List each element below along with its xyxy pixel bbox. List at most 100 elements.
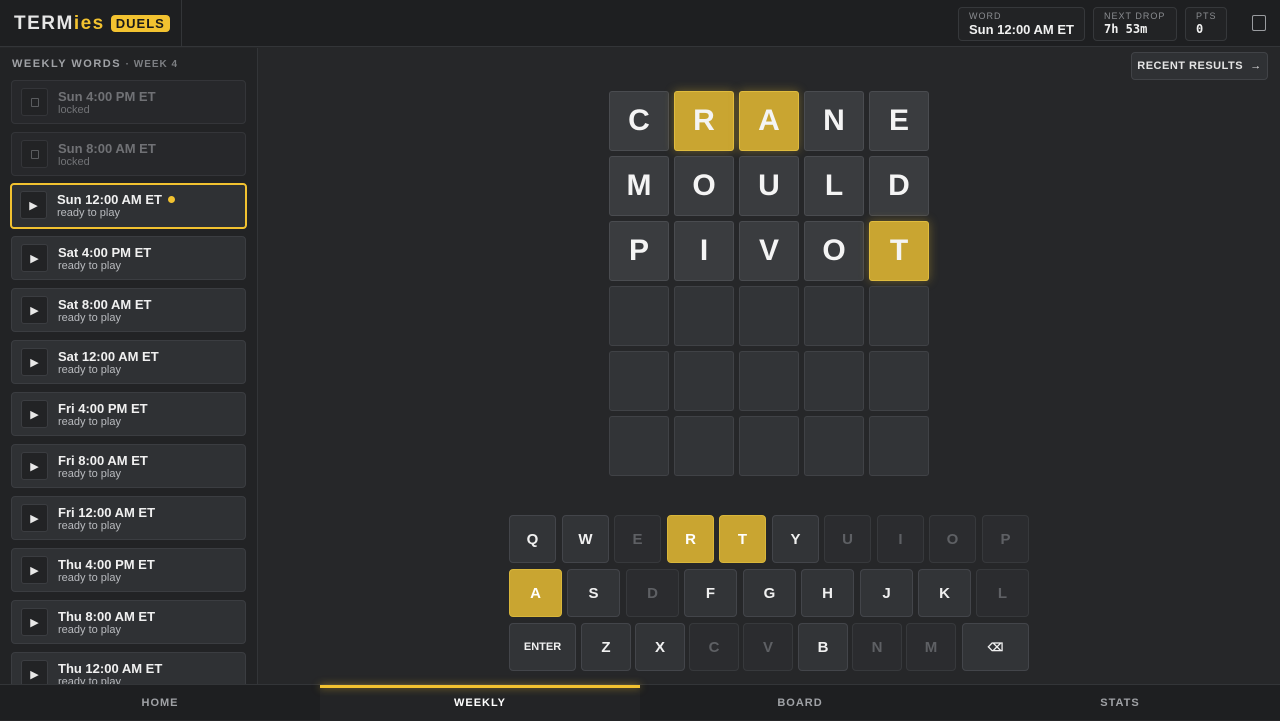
- board-tile: P: [609, 221, 669, 281]
- board-tile: I: [674, 221, 734, 281]
- board-tile: C: [609, 91, 669, 151]
- board-tile: [869, 416, 929, 476]
- key-g[interactable]: G: [743, 569, 796, 617]
- key-p[interactable]: P: [982, 515, 1029, 563]
- menu-icon[interactable]: [1252, 15, 1266, 31]
- sidebar-item-8[interactable]: ▶ Fri 12:00 AM ET ready to play: [11, 496, 246, 540]
- weekly-words-sidebar[interactable]: WEEKLY WORDS · WEEK 4 Sun 4:00 PM ET lock…: [0, 48, 258, 684]
- key-l[interactable]: L: [976, 569, 1029, 617]
- sidebar-item-9[interactable]: ▶ Thu 4:00 PM ET ready to play: [11, 548, 246, 592]
- key-m[interactable]: M: [906, 623, 956, 671]
- key-v[interactable]: V: [743, 623, 793, 671]
- key-h[interactable]: H: [801, 569, 854, 617]
- recent-results-button[interactable]: RECENT RESULTS →: [1131, 52, 1268, 80]
- sidebar-item-2[interactable]: ▶ Sun 12:00 AM ET ready to play: [10, 183, 247, 229]
- sidebar-item-status: ready to play: [58, 520, 121, 532]
- sidebar-item-1[interactable]: Sun 8:00 AM ET locked: [11, 132, 246, 176]
- key-k[interactable]: K: [918, 569, 971, 617]
- board-tile: [739, 286, 799, 346]
- nav-tab-board[interactable]: BOARD: [640, 685, 960, 721]
- key-a[interactable]: A: [509, 569, 562, 617]
- sidebar-item-6[interactable]: ▶ Fri 4:00 PM ET ready to play: [11, 392, 246, 436]
- play-icon: ▶: [21, 504, 48, 532]
- sidebar-item-status: ready to play: [58, 416, 121, 428]
- sidebar-item-time: Fri 4:00 PM ET: [58, 401, 148, 416]
- board-tile: R: [674, 91, 734, 151]
- sidebar-item-status: locked: [58, 156, 90, 168]
- key-s[interactable]: S: [567, 569, 620, 617]
- board-tile: [739, 416, 799, 476]
- duels-badge: DUELS: [110, 15, 170, 32]
- sidebar-title: WEEKLY WORDS: [12, 58, 122, 70]
- board-tile: [674, 286, 734, 346]
- board-tile: [869, 286, 929, 346]
- backspace-icon[interactable]: ⌫: [962, 623, 1029, 671]
- play-icon: ▶: [21, 608, 48, 636]
- key-z[interactable]: Z: [581, 623, 631, 671]
- play-icon: ▶: [21, 296, 48, 324]
- lock-icon: [21, 140, 48, 168]
- sidebar-item-7[interactable]: ▶ Fri 8:00 AM ET ready to play: [11, 444, 246, 488]
- sidebar-item-5[interactable]: ▶ Sat 12:00 AM ET ready to play: [11, 340, 246, 384]
- sidebar-item-time: Sun 12:00 AM ET: [57, 192, 175, 207]
- nav-tab-weekly[interactable]: WEEKLY: [320, 685, 640, 721]
- board-tile: [674, 416, 734, 476]
- play-icon: ▶: [21, 452, 48, 480]
- sidebar-item-time: Thu 4:00 PM ET: [58, 557, 155, 572]
- key-y[interactable]: Y: [772, 515, 819, 563]
- key-d[interactable]: D: [626, 569, 679, 617]
- points-stat: PTS 0: [1185, 7, 1227, 41]
- key-i[interactable]: I: [877, 515, 924, 563]
- board-tile: A: [739, 91, 799, 151]
- next-drop-label: NEXT DROP: [1104, 11, 1166, 21]
- enter-key[interactable]: ENTER: [509, 623, 576, 671]
- sidebar-item-time: Thu 8:00 AM ET: [58, 609, 156, 624]
- board-tile: E: [869, 91, 929, 151]
- key-t[interactable]: T: [719, 515, 766, 563]
- board-tile: [674, 351, 734, 411]
- points-value: 0: [1196, 22, 1204, 36]
- key-r[interactable]: R: [667, 515, 714, 563]
- key-c[interactable]: C: [689, 623, 739, 671]
- key-b[interactable]: B: [798, 623, 848, 671]
- sidebar-item-0[interactable]: Sun 4:00 PM ET locked: [11, 80, 246, 124]
- board-tile: O: [804, 221, 864, 281]
- key-x[interactable]: X: [635, 623, 685, 671]
- sidebar-item-status: ready to play: [58, 312, 121, 324]
- sidebar-item-time: Sat 4:00 PM ET: [58, 245, 152, 260]
- play-icon: ▶: [21, 400, 48, 428]
- key-o[interactable]: O: [929, 515, 976, 563]
- brand-logo[interactable]: TERMies DUELS: [0, 0, 182, 47]
- current-indicator-dot: [167, 196, 175, 203]
- key-w[interactable]: W: [562, 515, 609, 563]
- sidebar-item-3[interactable]: ▶ Sat 4:00 PM ET ready to play: [11, 236, 246, 280]
- sidebar-item-4[interactable]: ▶ Sat 8:00 AM ET ready to play: [11, 288, 246, 332]
- board-tile: [609, 351, 669, 411]
- word-stat-label: WORD: [969, 11, 1002, 21]
- nav-tab-stats[interactable]: STATS: [960, 685, 1280, 721]
- key-f[interactable]: F: [684, 569, 737, 617]
- key-n[interactable]: N: [852, 623, 902, 671]
- bottom-nav: HOME WEEKLY BOARD STATS: [0, 684, 1280, 721]
- key-q[interactable]: Q: [509, 515, 556, 563]
- lock-icon: [21, 88, 48, 116]
- key-j[interactable]: J: [860, 569, 913, 617]
- key-u[interactable]: U: [824, 515, 871, 563]
- board-tile: O: [674, 156, 734, 216]
- board-tile: N: [804, 91, 864, 151]
- board-tile: [609, 286, 669, 346]
- board-tile: D: [869, 156, 929, 216]
- sidebar-item-10[interactable]: ▶ Thu 8:00 AM ET ready to play: [11, 600, 246, 644]
- play-icon: ▶: [20, 191, 47, 219]
- board-tile: V: [739, 221, 799, 281]
- sidebar-item-11[interactable]: ▶ Thu 12:00 AM ET ready to play: [11, 652, 246, 684]
- play-icon: ▶: [21, 556, 48, 584]
- key-e[interactable]: E: [614, 515, 661, 563]
- sidebar-item-time: Sun 4:00 PM ET: [58, 89, 156, 104]
- nav-tab-home[interactable]: HOME: [0, 685, 320, 721]
- sidebar-item-time: Sat 8:00 AM ET: [58, 297, 152, 312]
- word-stat: WORD Sun 12:00 AM ET: [958, 7, 1085, 41]
- sidebar-item-time: Sat 12:00 AM ET: [58, 349, 159, 364]
- board-tile: T: [869, 221, 929, 281]
- sidebar-item-time: Fri 12:00 AM ET: [58, 505, 156, 520]
